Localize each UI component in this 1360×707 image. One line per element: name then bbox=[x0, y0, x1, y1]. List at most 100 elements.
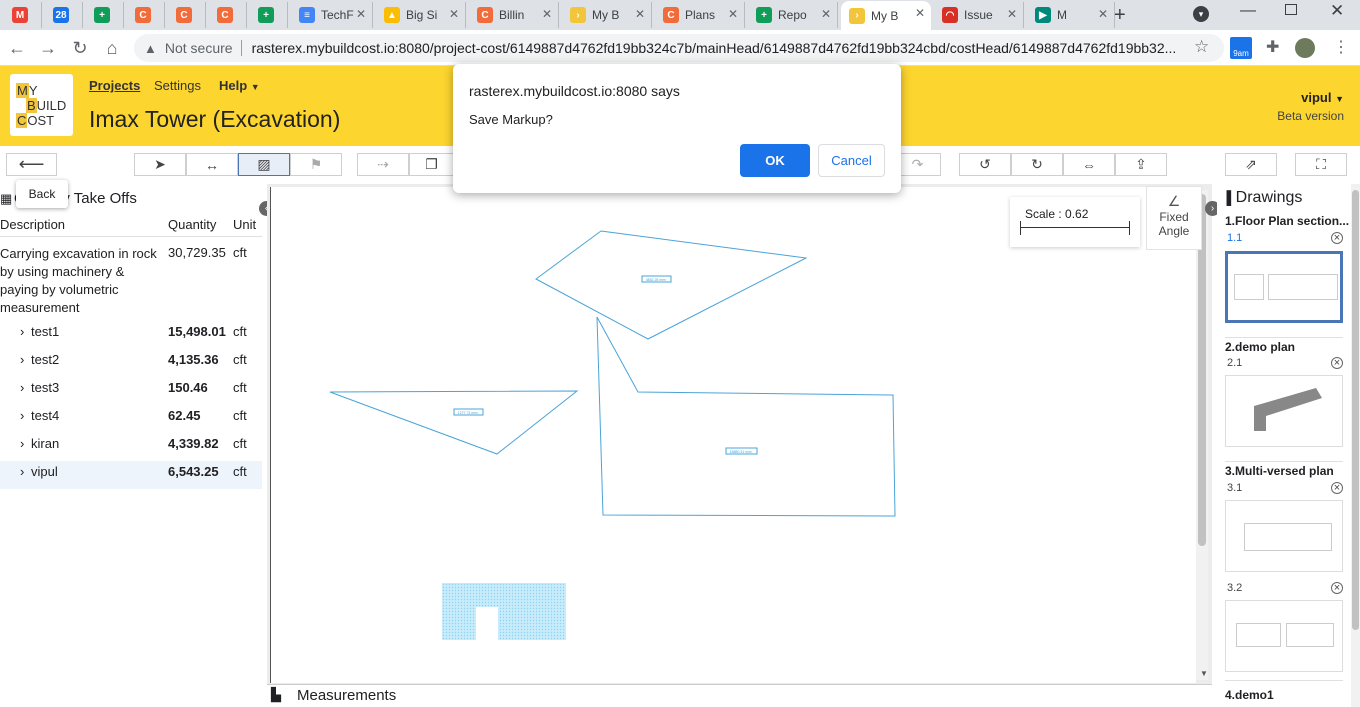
drawing-page-label[interactable]: 1.1 bbox=[1227, 232, 1242, 244]
drawings-scrollbar[interactable] bbox=[1351, 184, 1360, 707]
browser-tab[interactable]: C Billin ✕ bbox=[469, 2, 559, 28]
takeoff-subitem-row[interactable]: › test4 62.45 cft bbox=[0, 405, 262, 433]
rotate-left-button[interactable]: ↺ bbox=[959, 153, 1011, 176]
copy-tool-button[interactable]: ❐ bbox=[409, 153, 454, 176]
drawing-group-title[interactable]: 4.demo1 bbox=[1225, 688, 1274, 702]
close-window-button[interactable]: ✕ bbox=[1330, 1, 1344, 21]
tab-close-icon[interactable]: ✕ bbox=[915, 6, 925, 20]
chevron-right-icon[interactable]: › bbox=[20, 405, 24, 427]
tab-close-icon[interactable]: ✕ bbox=[1007, 7, 1017, 21]
drawing-thumbnail-3-1[interactable] bbox=[1225, 500, 1343, 572]
chevron-right-icon[interactable]: › bbox=[20, 433, 24, 455]
select-tool-button[interactable]: ➤ bbox=[134, 153, 186, 176]
browser-tab[interactable]: › My B ✕ bbox=[841, 1, 931, 30]
measurements-bar[interactable]: ▙ Measurements bbox=[267, 684, 1212, 707]
drawing-thumbnail-1-1[interactable] bbox=[1225, 251, 1343, 323]
tab-close-icon[interactable]: ✕ bbox=[542, 7, 552, 21]
browser-tab[interactable]: ▲ Big Si ✕ bbox=[376, 2, 466, 28]
scroll-down-arrow[interactable]: ▼ bbox=[1200, 669, 1208, 678]
drawing-thumbnail-2-1[interactable] bbox=[1225, 375, 1343, 447]
nav-projects[interactable]: Projects bbox=[89, 78, 140, 93]
browser-tab[interactable]: C bbox=[209, 2, 247, 28]
rotate-right-button[interactable]: ↻ bbox=[1011, 153, 1063, 176]
url-omnibox[interactable]: ▲ Not secure rasterex.mybuildcost.io:808… bbox=[134, 34, 1224, 62]
extension-calendar-icon[interactable]: 9am bbox=[1230, 37, 1252, 59]
ok-button[interactable]: OK bbox=[740, 144, 810, 177]
area-markup-1[interactable] bbox=[535, 230, 808, 340]
tab-close-icon[interactable]: ✕ bbox=[635, 7, 645, 21]
chevron-right-icon[interactable]: › bbox=[20, 377, 24, 399]
area-tool-button[interactable]: ▨ bbox=[238, 153, 290, 176]
takeoff-subitem-row[interactable]: › vipul 6,543.25 cft bbox=[0, 461, 262, 489]
length-tool-button[interactable]: ↔ bbox=[186, 153, 238, 176]
new-tab-button[interactable]: + bbox=[1114, 4, 1126, 27]
remove-page-icon[interactable]: × bbox=[1331, 232, 1343, 244]
minimize-window-button[interactable]: — bbox=[1240, 2, 1256, 20]
drawing-page-label[interactable]: 2.1 bbox=[1227, 357, 1242, 369]
browser-tab[interactable]: + Repo ✕ bbox=[748, 2, 838, 28]
fullscreen-button[interactable]: ⛶ bbox=[1295, 153, 1347, 176]
takeoff-subitem-row[interactable]: › test2 4,135.36 cft bbox=[0, 349, 262, 377]
remove-page-icon[interactable]: × bbox=[1331, 357, 1343, 369]
restore-window-button[interactable] bbox=[1285, 4, 1297, 15]
tab-close-icon[interactable]: ✕ bbox=[1098, 7, 1108, 21]
browser-tab[interactable]: M bbox=[4, 2, 42, 28]
nav-help[interactable]: Help ▼ bbox=[219, 78, 260, 93]
chevron-right-icon[interactable]: › bbox=[20, 321, 24, 343]
mybuildcost-logo[interactable]: MY BUILD COST bbox=[10, 74, 73, 136]
fit-width-button[interactable]: ⇔ bbox=[1063, 153, 1115, 176]
extensions-puzzle-icon[interactable]: ✚ bbox=[1266, 37, 1279, 57]
chevron-right-icon[interactable]: › bbox=[20, 461, 24, 483]
canvas-scrollbar[interactable] bbox=[1196, 190, 1208, 680]
drawings-scrollbar-thumb[interactable] bbox=[1352, 190, 1359, 630]
tab-close-icon[interactable]: ✕ bbox=[449, 7, 459, 21]
back-button[interactable]: ⟵ bbox=[6, 153, 57, 176]
browser-tab[interactable]: ≡ TechF ✕ bbox=[291, 2, 373, 28]
share-button[interactable]: ⇗ bbox=[1225, 153, 1277, 176]
user-menu[interactable]: vipul ▼ bbox=[1301, 90, 1344, 105]
takeoff-subitem-row[interactable]: › test1 15,498.01 cft bbox=[0, 321, 262, 349]
drawing-canvas[interactable]: 4852.25 mm² 1277.73 mm² 18880.31 mm² bbox=[270, 187, 1196, 683]
drawing-page-label[interactable]: 3.2 bbox=[1227, 582, 1242, 594]
export-button[interactable]: ⇪ bbox=[1115, 153, 1167, 176]
browser-tab[interactable]: + bbox=[250, 2, 288, 28]
browser-tab[interactable]: + bbox=[86, 2, 124, 28]
drawing-group-title[interactable]: 2.demo plan bbox=[1225, 340, 1295, 354]
remove-page-icon[interactable]: × bbox=[1331, 482, 1343, 494]
area-markup-3[interactable] bbox=[596, 316, 896, 517]
fixed-angle-toggle[interactable]: ∠ Fixed Angle bbox=[1146, 186, 1202, 250]
chevron-right-icon[interactable]: › bbox=[20, 349, 24, 371]
profile-avatar[interactable] bbox=[1295, 38, 1315, 58]
tab-close-icon[interactable]: ✕ bbox=[356, 7, 366, 21]
browser-tab[interactable]: › My B ✕ bbox=[562, 2, 652, 28]
browser-tab[interactable]: C bbox=[168, 2, 206, 28]
takeoff-subitem-row[interactable]: › test3 150.46 cft bbox=[0, 377, 262, 405]
cancel-button[interactable]: Cancel bbox=[818, 144, 885, 177]
drawing-group-title[interactable]: 1.Floor Plan section... bbox=[1225, 214, 1349, 228]
forward-arrow-icon[interactable]: → bbox=[37, 37, 59, 59]
drawing-page-label[interactable]: 3.1 bbox=[1227, 482, 1242, 494]
area-markup-2[interactable] bbox=[329, 390, 579, 455]
bookmark-star-icon[interactable]: ☆ bbox=[1194, 37, 1209, 57]
tab-search-icon[interactable]: ▾ bbox=[1193, 6, 1209, 22]
reload-icon[interactable]: ↻ bbox=[69, 37, 91, 59]
tab-close-icon[interactable]: ✕ bbox=[821, 7, 831, 21]
flag-tool-button[interactable]: ⚑ bbox=[290, 153, 342, 176]
browser-tab[interactable]: 28 bbox=[45, 2, 83, 28]
tab-close-icon[interactable]: ✕ bbox=[728, 7, 738, 21]
drawing-thumbnail-3-2[interactable] bbox=[1225, 600, 1343, 672]
merge-tool-button[interactable]: ⇢ bbox=[357, 153, 409, 176]
home-icon[interactable]: ⌂ bbox=[101, 37, 123, 59]
drawing-group-title[interactable]: 3.Multi-versed plan bbox=[1225, 464, 1334, 478]
hatched-area-markup[interactable] bbox=[442, 583, 566, 640]
browser-tab[interactable]: ▶ M ✕ bbox=[1027, 2, 1115, 28]
browser-tab[interactable]: ◠ Issue ✕ bbox=[934, 2, 1024, 28]
takeoff-item[interactable]: Carrying excavation in rock by using mac… bbox=[0, 245, 262, 315]
redo-button[interactable]: ↷ bbox=[895, 153, 941, 176]
takeoff-subitem-row[interactable]: › kiran 4,339.82 cft bbox=[0, 433, 262, 461]
nav-settings[interactable]: Settings bbox=[154, 78, 201, 93]
browser-tab[interactable]: C bbox=[127, 2, 165, 28]
back-arrow-icon[interactable]: ← bbox=[6, 37, 28, 59]
remove-page-icon[interactable]: × bbox=[1331, 582, 1343, 594]
browser-tab[interactable]: C Plans ✕ bbox=[655, 2, 745, 28]
